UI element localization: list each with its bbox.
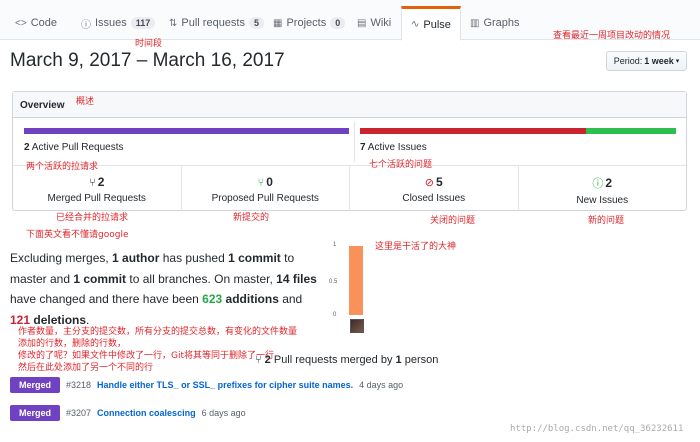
active-issues-closed-bar[interactable]	[360, 128, 586, 134]
pulse-icon: ∿	[411, 19, 420, 30]
overview-title: Overview	[13, 92, 686, 118]
merge-icon: ⑂	[89, 177, 96, 189]
stat-merged-prs[interactable]: ⑂ 2 Merged Pull Requests	[13, 166, 182, 211]
caret-down-icon: ▾	[675, 58, 680, 65]
period-value: 1 week	[644, 56, 674, 66]
overview-stats: ⑂ 2 Merged Pull Requests ⑂ 0 Proposed Pull…	[13, 165, 686, 211]
watermark: http://blog.csdn.net/qq_36232611	[510, 424, 684, 434]
stat-new-issues[interactable]: ⓘ 2 New Issues	[519, 166, 687, 211]
y-tick-0: 0	[333, 312, 337, 318]
pr-number: #3218	[66, 380, 92, 390]
tab-pull-requests[interactable]: ⇅ Pull requests 5	[160, 6, 273, 40]
issue-opened-icon: ⓘ	[592, 178, 604, 190]
annotation-new: 新的问题	[588, 216, 625, 226]
stat-closed-issues[interactable]: ⊘ 5 Closed Issues	[350, 166, 519, 211]
pull-request-icon: ⇅	[169, 17, 178, 29]
pr-title-link[interactable]: Handle either TLS_ or SSL_ prefixes for …	[97, 380, 353, 390]
active-prs-bar[interactable]	[24, 128, 349, 134]
pr-time: 6 days ago	[201, 408, 246, 418]
commit-bar[interactable]	[349, 246, 363, 315]
project-icon: ▦	[273, 17, 283, 29]
merge-icon: ⑂	[255, 354, 262, 366]
active-prs-summary[interactable]: 2 Active Pull Requests	[24, 142, 124, 153]
period-prefix: Period:	[613, 56, 643, 66]
commit-summary: Excluding merges, 1 author has pushed 1 …	[10, 251, 317, 327]
annotation-merged: 已经合并的拉请求	[56, 213, 129, 223]
pull-request-icon: ⑂	[257, 177, 265, 189]
annotation-note-4: 然后在此处添加了另一个不同的行	[18, 363, 154, 373]
author-avatar[interactable]	[350, 319, 364, 333]
pr-title-link[interactable]: Connection coalescing	[97, 408, 196, 418]
y-tick-1: 1	[333, 242, 337, 248]
tab-projects[interactable]: ▦ Projects 0	[264, 6, 354, 40]
projects-count: 0	[330, 17, 346, 29]
merged-by-summary: ⑂ 2 Pull requests merged by 1 person	[255, 354, 439, 366]
pr-number: #3207	[66, 408, 92, 418]
y-tick-0-5: 0.5	[329, 279, 338, 285]
date-range: March 9, 2017 – March 16, 2017	[10, 50, 285, 71]
issue-closed-icon: ⊘	[424, 177, 435, 189]
annotation-overview: 概述	[76, 97, 95, 107]
annotation-recent: 查看最近一周项目改动的情况	[553, 31, 671, 41]
annotation-active-prs: 两个活跃的拉请求	[26, 162, 99, 172]
annotation-proposed: 新提交的	[233, 213, 270, 223]
issues-count: 117	[130, 17, 156, 29]
merged-badge: Merged	[10, 405, 61, 421]
active-issues-open-bar[interactable]	[586, 128, 676, 134]
annotation-god: 这里是干活了的大神	[375, 242, 457, 252]
tab-pulse[interactable]: ∿ Pulse	[401, 6, 461, 41]
annotation-english: 下面英文看不懂请google	[26, 230, 129, 240]
book-icon: ▤	[357, 17, 367, 29]
graph-icon: ▥	[470, 17, 480, 29]
annotation-closed: 关闭的问题	[430, 216, 476, 226]
code-icon: <>	[15, 17, 27, 29]
issue-icon: ⓘ	[81, 19, 91, 31]
pr-row: Merged #3218 Handle either TLS_ or SSL_ …	[10, 376, 403, 394]
pr-row: Merged #3207 Connection coalescing 6 day…	[10, 404, 246, 422]
tab-wiki[interactable]: ▤ Wiki	[348, 6, 400, 40]
tab-graphs[interactable]: ▥ Graphs	[461, 6, 529, 40]
pull-requests-count: 5	[248, 17, 264, 29]
period-select[interactable]: Period: 1 week ▾	[606, 51, 687, 71]
tab-issues[interactable]: ⓘ Issues 117	[72, 6, 164, 40]
overview-divider	[354, 122, 355, 162]
overview-box: Overview 2 Active Pull Requests 7 Active…	[12, 91, 687, 211]
annotation-period: 时间段	[135, 39, 163, 49]
merged-badge: Merged	[10, 377, 61, 393]
annotation-active-issues: 七个活跃的问题	[369, 160, 433, 170]
stat-proposed-prs[interactable]: ⑂ 0 Proposed Pull Requests	[182, 166, 350, 211]
pr-time: 4 days ago	[359, 380, 404, 390]
active-issues-summary[interactable]: 7 Active Issues	[360, 142, 427, 153]
tab-code[interactable]: <> Code	[6, 6, 66, 40]
